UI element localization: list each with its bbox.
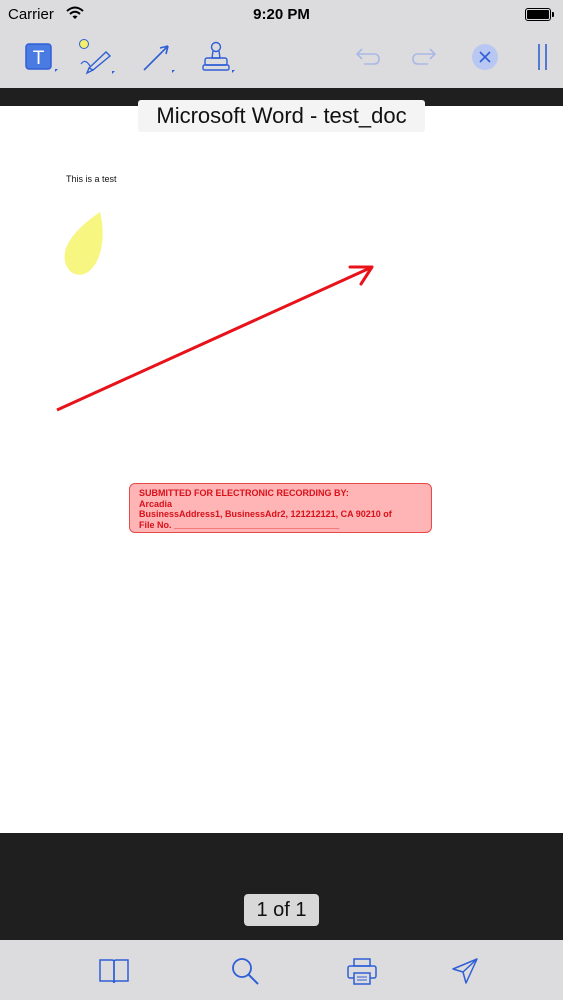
stamp-line-4: File No. _______________________________… (139, 519, 340, 530)
stamp-line-1: SUBMITTED FOR ELECTRONIC RECORDING BY: (139, 488, 349, 498)
stamp-line-3: BusinessAddress1, BusinessAdr2, 12121212… (139, 509, 392, 519)
stamp-line-2: Arcadia (139, 498, 173, 509)
print-button[interactable] (346, 957, 378, 987)
send-icon (452, 958, 478, 984)
search-button[interactable] (230, 956, 262, 988)
highlight-annotation[interactable] (64, 212, 103, 275)
page-indicator: 1 of 1 (244, 894, 319, 926)
arrow-annotation[interactable] (56, 265, 374, 412)
share-button[interactable] (450, 956, 480, 986)
printer-icon (347, 958, 377, 985)
bookmarks-button[interactable] (98, 956, 130, 986)
search-icon (232, 958, 259, 985)
stamp-annotation[interactable]: SUBMITTED FOR ELECTRONIC RECORDING BY: A… (129, 483, 432, 533)
open-book-icon (99, 959, 129, 984)
bottom-toolbar (0, 940, 563, 1000)
